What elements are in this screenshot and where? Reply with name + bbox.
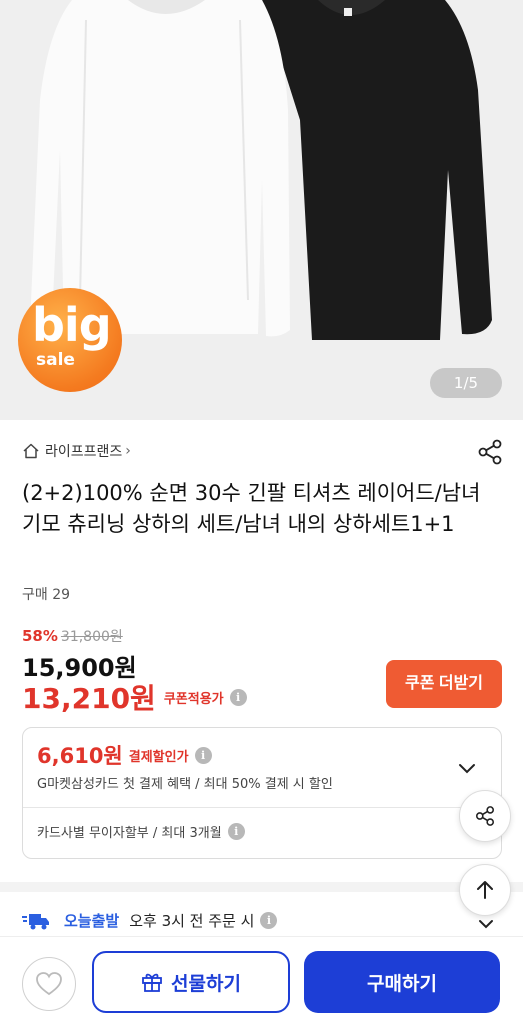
delivery-text: 오후 3시 전 주문 시 [129, 912, 255, 930]
payment-benefit-box[interactable]: 6,610원 결제할인가 i G마켓삼성카드 첫 결제 혜택 / 최대 50% … [22, 727, 502, 859]
installment-info: 카드사별 무이자할부 / 최대 3개월 i [37, 822, 245, 841]
share-icon [475, 806, 495, 826]
chevron-down-icon[interactable] [476, 914, 496, 934]
badge-sale-text: sale [36, 350, 75, 370]
chevron-down-icon[interactable] [455, 756, 479, 780]
original-price: 31,800원 [60, 629, 123, 645]
delivery-brand: 오늘출발 [64, 912, 120, 930]
gift-icon [142, 973, 162, 992]
share-icon[interactable] [475, 437, 505, 467]
fast-delivery-icon [22, 913, 49, 929]
badge-big-text: big [32, 298, 112, 352]
buy-button[interactable]: 구매하기 [304, 951, 500, 1013]
payment-benefit-description: G마켓삼성카드 첫 결제 혜택 / 최대 50% 결제 시 할인 [37, 777, 333, 792]
info-icon[interactable]: i [229, 688, 247, 706]
coupon-price: 13,210원 [22, 682, 156, 715]
heart-icon [36, 972, 62, 996]
seller-link[interactable]: 라이프프랜즈 › [22, 441, 131, 461]
big-sale-badge: big sale [18, 288, 122, 392]
section-divider [0, 882, 523, 892]
coupon-price-row: 13,210원 쿠폰적용가 i [22, 677, 247, 717]
seller-name: 라이프프랜즈 [45, 444, 123, 460]
wishlist-button[interactable] [22, 957, 76, 1011]
installment-text: 카드사별 무이자할부 / 최대 3개월 [37, 826, 222, 841]
purchase-count: 구매 29 [22, 587, 71, 603]
get-coupon-button[interactable]: 쿠폰 더받기 [386, 660, 502, 708]
info-icon[interactable]: i [227, 823, 245, 840]
gift-button[interactable]: 선물하기 [92, 951, 290, 1013]
product-image[interactable]: big sale 1/5 [0, 0, 523, 420]
payment-amount-row: 6,610원 결제할인가 i [37, 740, 212, 770]
info-icon[interactable]: i [194, 746, 212, 764]
discount-row: 58% 31,800원 [22, 626, 123, 646]
payment-discount-label: 결제할인가 [128, 749, 189, 765]
discount-rate: 58% [22, 627, 58, 645]
product-title: (2+2)100% 순면 30수 긴팔 티셔츠 레이어드/남녀 기모 츄리닝 상… [22, 481, 481, 536]
floating-share-button[interactable] [459, 790, 511, 842]
image-pager: 1/5 [430, 368, 502, 398]
bottom-action-bar: 선물하기 구매하기 [0, 936, 523, 1024]
gift-button-label: 선물하기 [171, 973, 241, 995]
chevron-right-icon: › [125, 443, 131, 459]
home-icon [23, 443, 39, 459]
delivery-info[interactable]: 오늘출발 오후 3시 전 주문 시 i [22, 910, 278, 931]
coupon-price-label: 쿠폰적용가 [163, 691, 224, 707]
divider [23, 807, 501, 808]
info-icon[interactable]: i [260, 912, 278, 929]
payment-discount-price: 6,610원 [37, 744, 123, 768]
scroll-top-button[interactable] [459, 864, 511, 916]
arrow-up-icon [477, 881, 493, 899]
